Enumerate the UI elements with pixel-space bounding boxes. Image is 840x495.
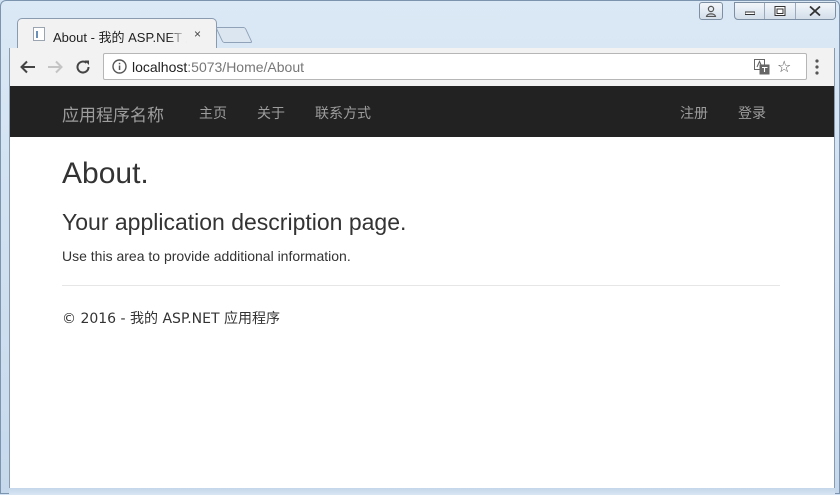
footer-divider <box>62 285 780 286</box>
window-controls <box>734 2 836 20</box>
back-icon[interactable] <box>19 58 37 76</box>
page-favicon-icon <box>33 27 45 41</box>
browser-tab-active[interactable]: About - 我的 ASP.NET 应用程序 × <box>17 18 217 49</box>
translate-icon[interactable] <box>754 59 770 75</box>
url-host: localhost <box>132 59 188 75</box>
user-profile-button[interactable] <box>699 2 723 20</box>
address-bar[interactable]: localhost:5073/Home/About ☆ <box>103 53 807 80</box>
footer-text: © 2016 - 我的 ASP.NET 应用程序 <box>62 311 280 327</box>
url-path: :5073/Home/About <box>187 59 305 75</box>
close-window-button[interactable] <box>795 3 835 19</box>
new-tab-button[interactable] <box>215 27 253 43</box>
maximize-button[interactable] <box>765 3 796 19</box>
navbar-brand[interactable]: 应用程序名称 <box>62 101 164 126</box>
user-icon <box>705 5 717 17</box>
nav-link-about[interactable]: 关于 <box>257 103 285 123</box>
page-footer: © 2016 - 我的 ASP.NET 应用程序 <box>62 308 280 328</box>
info-icon[interactable] <box>112 59 127 74</box>
page-subtitle: Your application description page. <box>62 209 407 235</box>
forward-icon[interactable] <box>46 58 64 76</box>
nav-link-contact[interactable]: 联系方式 <box>315 103 371 123</box>
menu-icon[interactable] <box>812 58 822 76</box>
close-icon <box>809 6 821 16</box>
url-text[interactable]: localhost:5073/Home/About <box>132 59 304 75</box>
minimize-icon <box>744 11 755 15</box>
bookmark-star-icon[interactable]: ☆ <box>777 57 791 77</box>
browser-window: About - 我的 ASP.NET 应用程序 × localhost:5073… <box>0 0 840 495</box>
browser-toolbar: localhost:5073/Home/About ☆ <box>9 48 835 86</box>
tab-close-icon[interactable]: × <box>194 28 201 40</box>
page-description: Use this area to provide additional info… <box>62 248 351 264</box>
nav-link-login[interactable]: 登录 <box>738 103 766 123</box>
nav-link-register[interactable]: 注册 <box>680 103 708 123</box>
page-viewport: 应用程序名称 主页 关于 联系方式 注册 登录 About. Your appl… <box>9 86 835 488</box>
reload-icon[interactable] <box>74 58 92 76</box>
nav-link-home[interactable]: 主页 <box>199 103 227 123</box>
site-navbar: 应用程序名称 主页 关于 联系方式 注册 登录 <box>10 86 834 137</box>
tab-title: About - 我的 ASP.NET 应用程序 <box>53 30 187 45</box>
maximize-icon <box>774 6 786 16</box>
minimize-button[interactable] <box>735 3 766 19</box>
page-title: About. <box>62 157 149 190</box>
